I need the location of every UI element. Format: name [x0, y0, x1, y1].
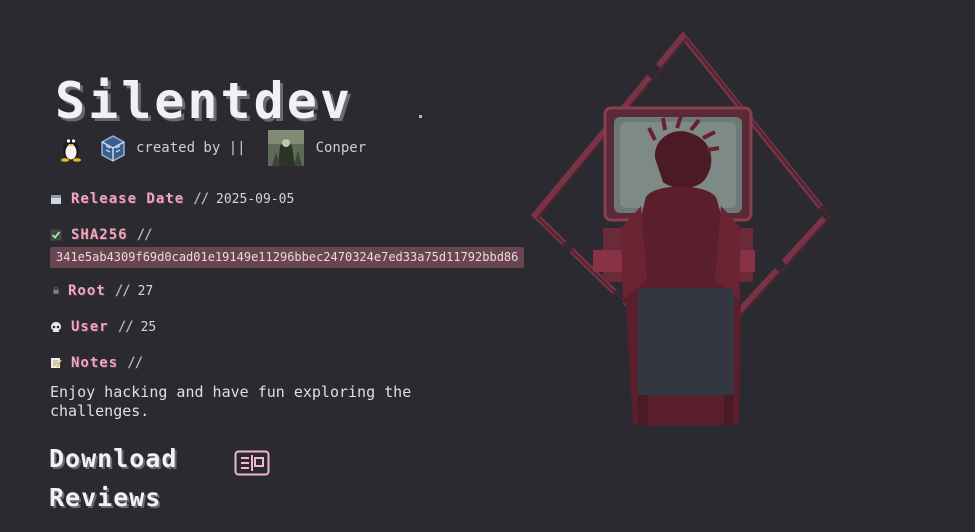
- release-date-label: Release Date: [71, 191, 185, 207]
- author-name-link[interactable]: Conper: [316, 140, 367, 156]
- root-value: 27: [137, 283, 154, 299]
- credits-row: created by || Conper: [58, 130, 366, 166]
- calendar-icon: [51, 195, 61, 204]
- user-separator: //: [117, 319, 134, 335]
- notes-separator: //: [127, 355, 143, 371]
- machine-detail-page: Silentdev created by || Conper Release D…: [0, 0, 975, 532]
- release-date-row: Release Date // 2025-09-05: [50, 191, 294, 207]
- release-date-value: 2025-09-05: [216, 191, 295, 207]
- sha256-label: SHA256: [71, 227, 128, 243]
- sha256-separator: //: [136, 227, 153, 243]
- user-row: User // 25: [50, 319, 156, 335]
- root-separator: //: [114, 283, 131, 299]
- user-value: 25: [140, 319, 157, 335]
- linux-tux-icon: [61, 139, 81, 162]
- notes-row: Notes //: [50, 355, 150, 371]
- reviews-link[interactable]: Reviews: [49, 483, 161, 512]
- release-date-separator: //: [193, 191, 209, 207]
- sha256-row: SHA256 //: [50, 227, 159, 243]
- checkmark-icon: [50, 229, 62, 241]
- title-cursor-dot: [419, 115, 422, 118]
- hacker-illustration: [530, 31, 832, 425]
- machine-title: Silentdev: [55, 72, 353, 130]
- memo-icon: [51, 358, 62, 368]
- skull-icon: [51, 322, 61, 332]
- root-label: Root: [68, 283, 106, 299]
- created-by-label: created by ||: [136, 140, 246, 156]
- user-label: User: [71, 319, 109, 335]
- sha256-value[interactable]: 341e5ab4309f69d0cad01e19149e11296bbec247…: [50, 247, 525, 268]
- notes-label: Notes: [71, 355, 119, 371]
- author-avatar[interactable]: [267, 130, 304, 166]
- virtualbox-icon: [101, 135, 125, 162]
- root-row: ☠ Root // 27: [50, 283, 154, 299]
- skull-crossbones-icon: ☠: [52, 284, 60, 297]
- read-more-icon[interactable]: [234, 450, 270, 476]
- notes-text: Enjoy hacking and have fun exploring the…: [50, 383, 412, 420]
- download-link[interactable]: Download: [49, 444, 177, 473]
